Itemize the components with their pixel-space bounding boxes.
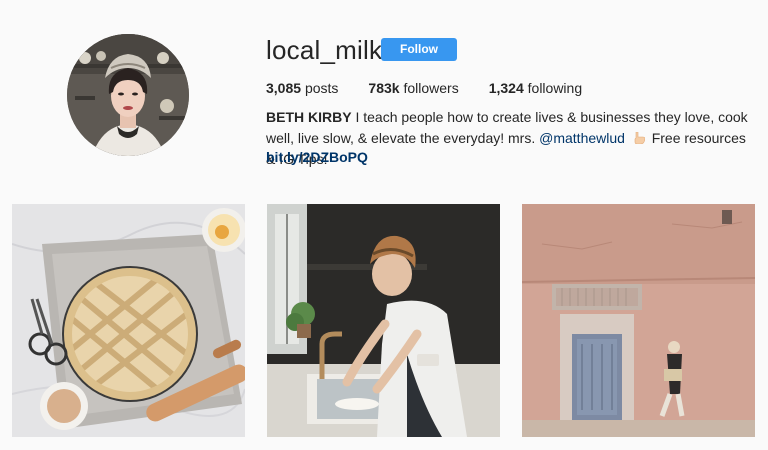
followers-stat[interactable]: 783k followers — [368, 80, 458, 96]
profile-page: local_milk Follow 3,085 posts 783k follo… — [0, 0, 768, 450]
post-thumbnail-3[interactable] — [522, 204, 755, 437]
post-thumbnail-2[interactable] — [267, 204, 500, 437]
followers-label: followers — [403, 80, 459, 96]
profile-stats: 3,085 posts 783k followers 1,324 followi… — [266, 80, 612, 96]
following-label: following — [527, 80, 583, 96]
posts-stat: 3,085 posts — [266, 80, 338, 96]
avatar-photo — [67, 34, 189, 156]
bio-full-name: BETH KIRBY — [266, 109, 352, 125]
profile-avatar[interactable] — [67, 34, 189, 156]
followers-count: 783k — [368, 80, 400, 96]
following-count: 1,324 — [488, 80, 524, 96]
pointing-down-hand-icon — [634, 132, 645, 144]
profile-username: local_milk — [266, 35, 383, 65]
posts-label: posts — [304, 80, 339, 96]
posts-count: 3,085 — [266, 80, 302, 96]
follow-button[interactable]: Follow — [381, 38, 457, 61]
bio-mention-link[interactable]: @matthewlud — [539, 130, 625, 146]
post-photo-pie — [12, 204, 245, 437]
following-stat[interactable]: 1,324 following — [489, 80, 582, 96]
bio-external-link[interactable]: bit.ly/2DZBoPQ — [266, 149, 368, 165]
post-photo-kitchen — [267, 204, 500, 437]
post-thumbnail-1[interactable] — [12, 204, 245, 437]
post-photo-wall — [522, 204, 755, 437]
